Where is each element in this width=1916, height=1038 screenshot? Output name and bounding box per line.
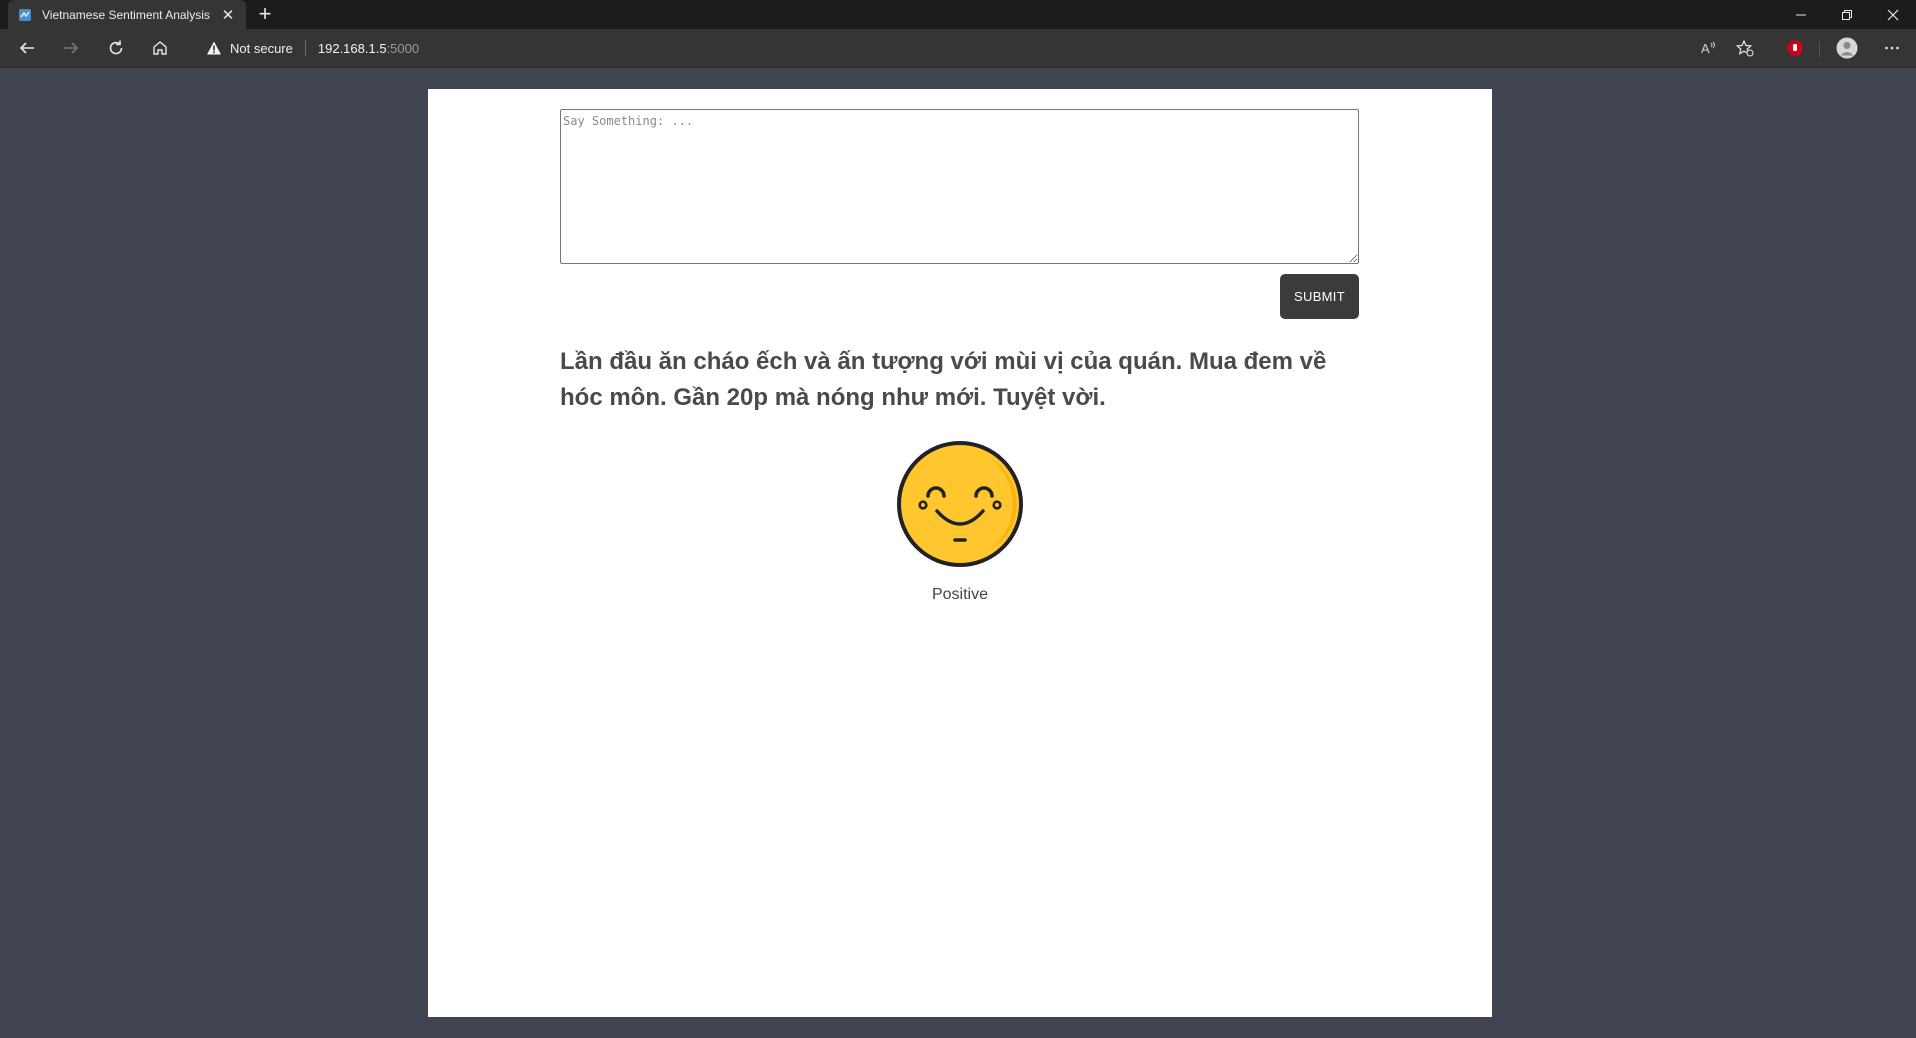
url-host: 192.168.1.5 (317, 40, 387, 56)
minimize-icon[interactable] (1778, 0, 1824, 29)
more-options-icon[interactable] (1877, 34, 1907, 62)
analyzed-text: Lần đầu ăn cháo ếch và ấn tượng với mùi … (560, 348, 1327, 411)
page-favicon-icon (19, 8, 31, 21)
new-tab-button[interactable]: + (252, 2, 278, 28)
url-port: :5000 (386, 40, 420, 56)
address-bar[interactable]: Not secure 192.168.1.5:5000 (190, 33, 1780, 63)
text-input[interactable] (560, 109, 1359, 264)
extension-stop-icon[interactable] (1780, 34, 1810, 62)
address-divider (304, 40, 306, 56)
browser-toolbar: Not secure 192.168.1.5:5000 A (0, 29, 1916, 68)
window-controls (1778, 0, 1916, 29)
home-icon[interactable] (145, 34, 175, 62)
submit-button[interactable]: SUBMIT (1280, 274, 1359, 319)
security-status-label[interactable]: Not secure (230, 41, 293, 56)
forward-arrow-icon[interactable] (56, 34, 86, 62)
smiling-face-icon (897, 441, 1023, 567)
profile-avatar-icon[interactable] (1832, 34, 1862, 62)
close-window-icon[interactable] (1870, 0, 1916, 29)
browser-tab-bar: Vietnamese Sentiment Analysis ✕ + (0, 0, 1916, 29)
toolbar-divider (1819, 41, 1820, 57)
back-arrow-icon[interactable] (12, 34, 42, 62)
restore-icon[interactable] (1824, 0, 1870, 29)
tab-close-icon[interactable]: ✕ (220, 6, 236, 24)
read-aloud-icon[interactable]: A (1693, 34, 1723, 62)
favorites-star-icon[interactable] (1730, 34, 1760, 62)
browser-tab[interactable]: Vietnamese Sentiment Analysis ✕ (8, 0, 246, 29)
tab-title: Vietnamese Sentiment Analysis (42, 7, 210, 22)
svg-text:A: A (1701, 41, 1710, 56)
sentiment-label: Positive (931, 586, 989, 603)
page-container: SUBMIT Lần đầu ăn cháo ếch và ấn tượng v… (428, 89, 1492, 1017)
warning-triangle-icon (207, 41, 221, 55)
refresh-icon[interactable] (101, 34, 131, 62)
